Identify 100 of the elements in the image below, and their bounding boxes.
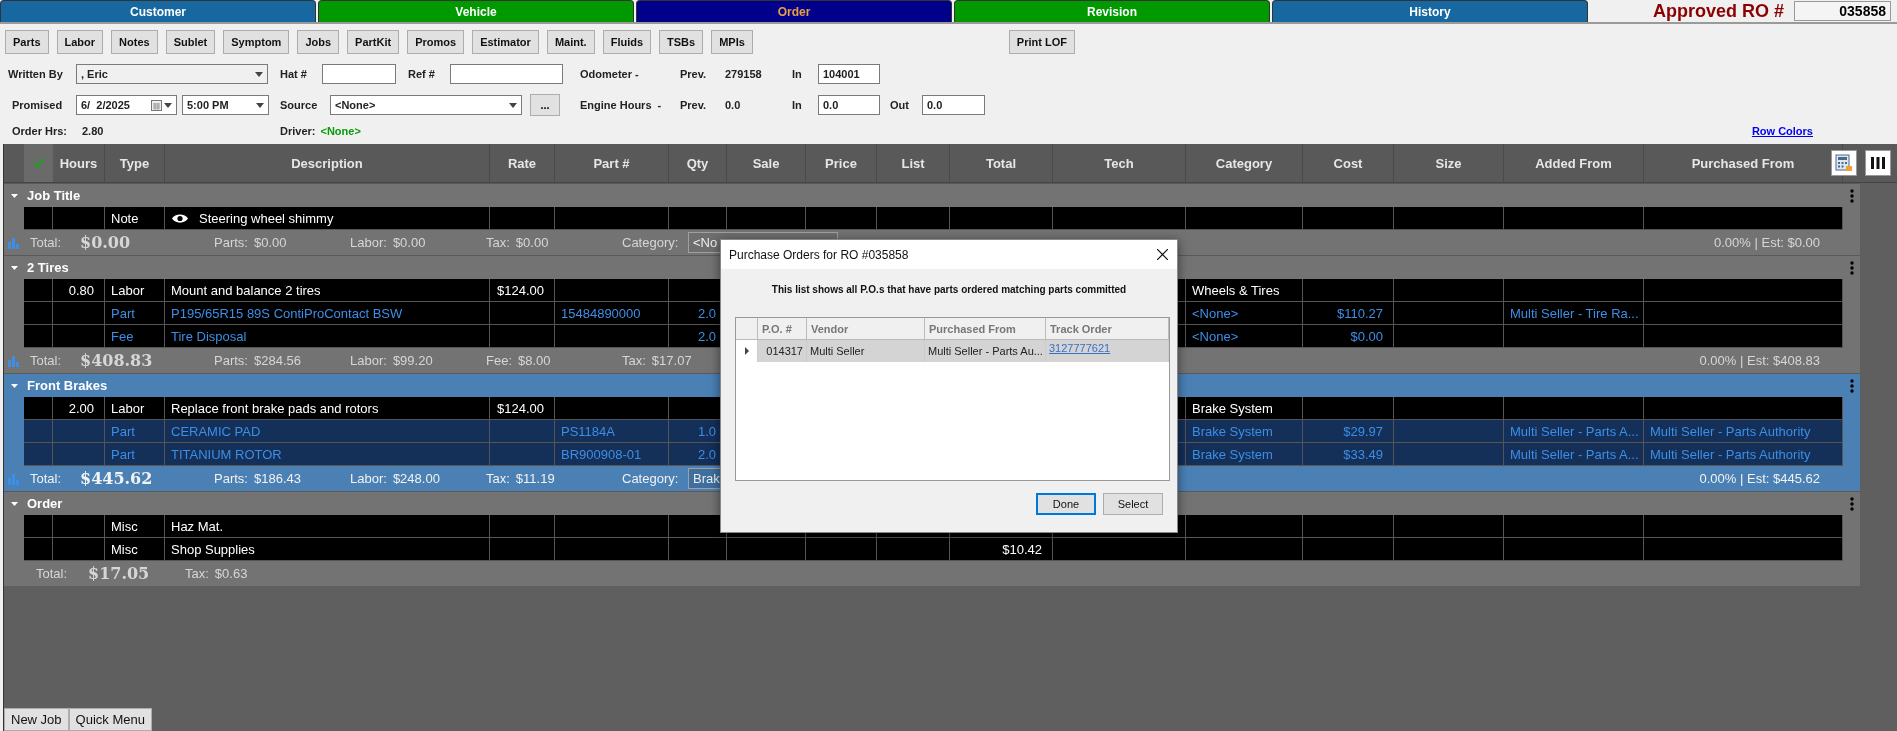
ro-number-field: 035858 [1794,1,1891,21]
table-cell: $10.42 [1002,541,1042,557]
table-cell: 2.0 [697,446,716,462]
table-cell: Brake System [1192,446,1273,462]
total-value: $99.20 [392,353,433,368]
job-title: Order [27,496,63,511]
total-value: $8.00 [518,353,551,368]
field-label: Source [280,99,319,111]
table-cell: Labor [111,400,145,416]
table-cell: Shop Supplies [171,541,255,557]
table-cell: P195/65R15 89S ContiProContact BSW [171,305,403,321]
total-value: $0.63 [214,566,248,581]
total-value: $186.43 [253,471,301,486]
table-cell: Haz Mat. [171,518,223,534]
table-cell: $124.00 [497,282,544,298]
table-cell: Replace front brake pads and rotors [171,400,379,416]
total-label: Tax: [486,471,510,486]
ro-label: Approved RO # [1652,0,1784,22]
table-cell: Multi Seller - Parts Au... [928,345,1043,357]
dialog-title: Purchase Orders for RO #035858 [729,247,909,262]
field-label: Order Hrs: [12,125,69,137]
table-cell: 2.00 [68,400,94,416]
total-label: Parts: [214,471,248,486]
total-value: $445.62 [80,469,154,488]
total-value: $0.00 [515,235,549,250]
field-label: Prev. [680,68,708,80]
category-label: Category: [622,471,680,486]
table-cell: Part [111,446,135,462]
table-cell: <None> [1192,305,1239,321]
total-value: $0.00 [80,233,132,252]
table-cell: CERAMIC PAD [171,423,261,439]
table-cell: $0.00 [1350,328,1383,344]
field-label: Written By [8,68,64,80]
total-label: Total: [30,353,63,368]
total-value: $0.00 [253,235,287,250]
total-label: Labor: [350,235,387,250]
table-cell: Mount and balance 2 tires [171,282,321,298]
estimate-text: 0.00% | Est: $0.00 [1714,235,1820,250]
table-cell: Note [111,210,139,226]
table-cell: $33.49 [1343,446,1383,462]
total-label: Fee: [486,353,512,368]
table-cell: 2.0 [697,328,716,344]
table-cell: 1.0 [697,423,716,439]
driver-value: <None> [320,125,361,137]
order-hours-value: 2.80 [82,125,105,137]
table-cell: Multi Seller - Parts A... [1510,423,1639,439]
dialog-message: This list shows all P.O.s that have parts ordered matching parts committed [770,284,1128,295]
table-cell: 15484890000 [561,305,641,321]
field-label: Driver: [280,125,316,137]
table-cell: Multi Seller - Parts Authority [1650,446,1811,462]
total-value: $11.19 [515,471,555,486]
table-cell: 2.0 [697,305,716,321]
field-label: Out [890,99,910,111]
field-label: Engine Hours - [580,99,663,111]
total-label: Tax: [185,566,209,581]
table-cell: Labor [111,282,145,298]
total-label: Total: [36,566,69,581]
estimate-text: 0.00% | Est: $445.62 [1699,471,1820,486]
field-label: Ref # [408,68,436,80]
table-cell: Brake System [1192,400,1273,416]
table-cell: Multi Seller [810,345,865,357]
table-cell: Wheels & Tires [1192,282,1280,298]
total-value: $0.00 [392,235,426,250]
table-cell: Fee [111,328,134,344]
total-label: Total: [30,235,63,250]
table-cell: 014317 [766,345,803,357]
field-label: In [792,68,803,80]
job-title: Front Brakes [27,378,108,393]
total-label: Tax: [486,235,510,250]
field-label: Prev. [680,99,708,111]
table-cell: PS1184A [561,423,615,439]
total-value: $17.07 [651,353,692,368]
total-label: Total: [30,471,63,486]
table-cell: Brake System [1192,423,1273,439]
table-cell: $124.00 [497,400,544,416]
total-value: $17.05 [88,564,151,583]
engine-hours-previous: 0.0 [725,99,742,111]
table-cell: 0.80 [68,282,94,298]
table-cell: TITANIUM ROTOR [171,446,282,462]
total-label: Parts: [214,235,248,250]
table-cell: Part [111,305,135,321]
estimate-text: 0.00% | Est: $408.83 [1699,353,1820,368]
category-label: Category: [622,235,680,250]
field-label: Odometer - [580,68,640,80]
table-cell: Misc [111,541,138,557]
table-cell: $110.27 [1336,305,1383,321]
table-cell: Tire Disposal [171,328,247,344]
total-label: Labor: [350,353,387,368]
total-label: Parts: [214,353,248,368]
total-value: $284.56 [253,353,301,368]
field-label: Hat # [280,68,308,80]
table-cell: Part [111,423,135,439]
total-label: Labor: [350,471,387,486]
table-cell: Multi Seller - Parts A... [1510,446,1639,462]
table-cell: Multi Seller - Tire Ra... [1510,305,1639,321]
odometer-previous: 279158 [725,68,763,80]
table-cell: <None> [1192,328,1239,344]
table-cell: $29.97 [1343,423,1383,439]
total-label: Tax: [622,353,646,368]
job-title: Job Title [27,188,81,203]
